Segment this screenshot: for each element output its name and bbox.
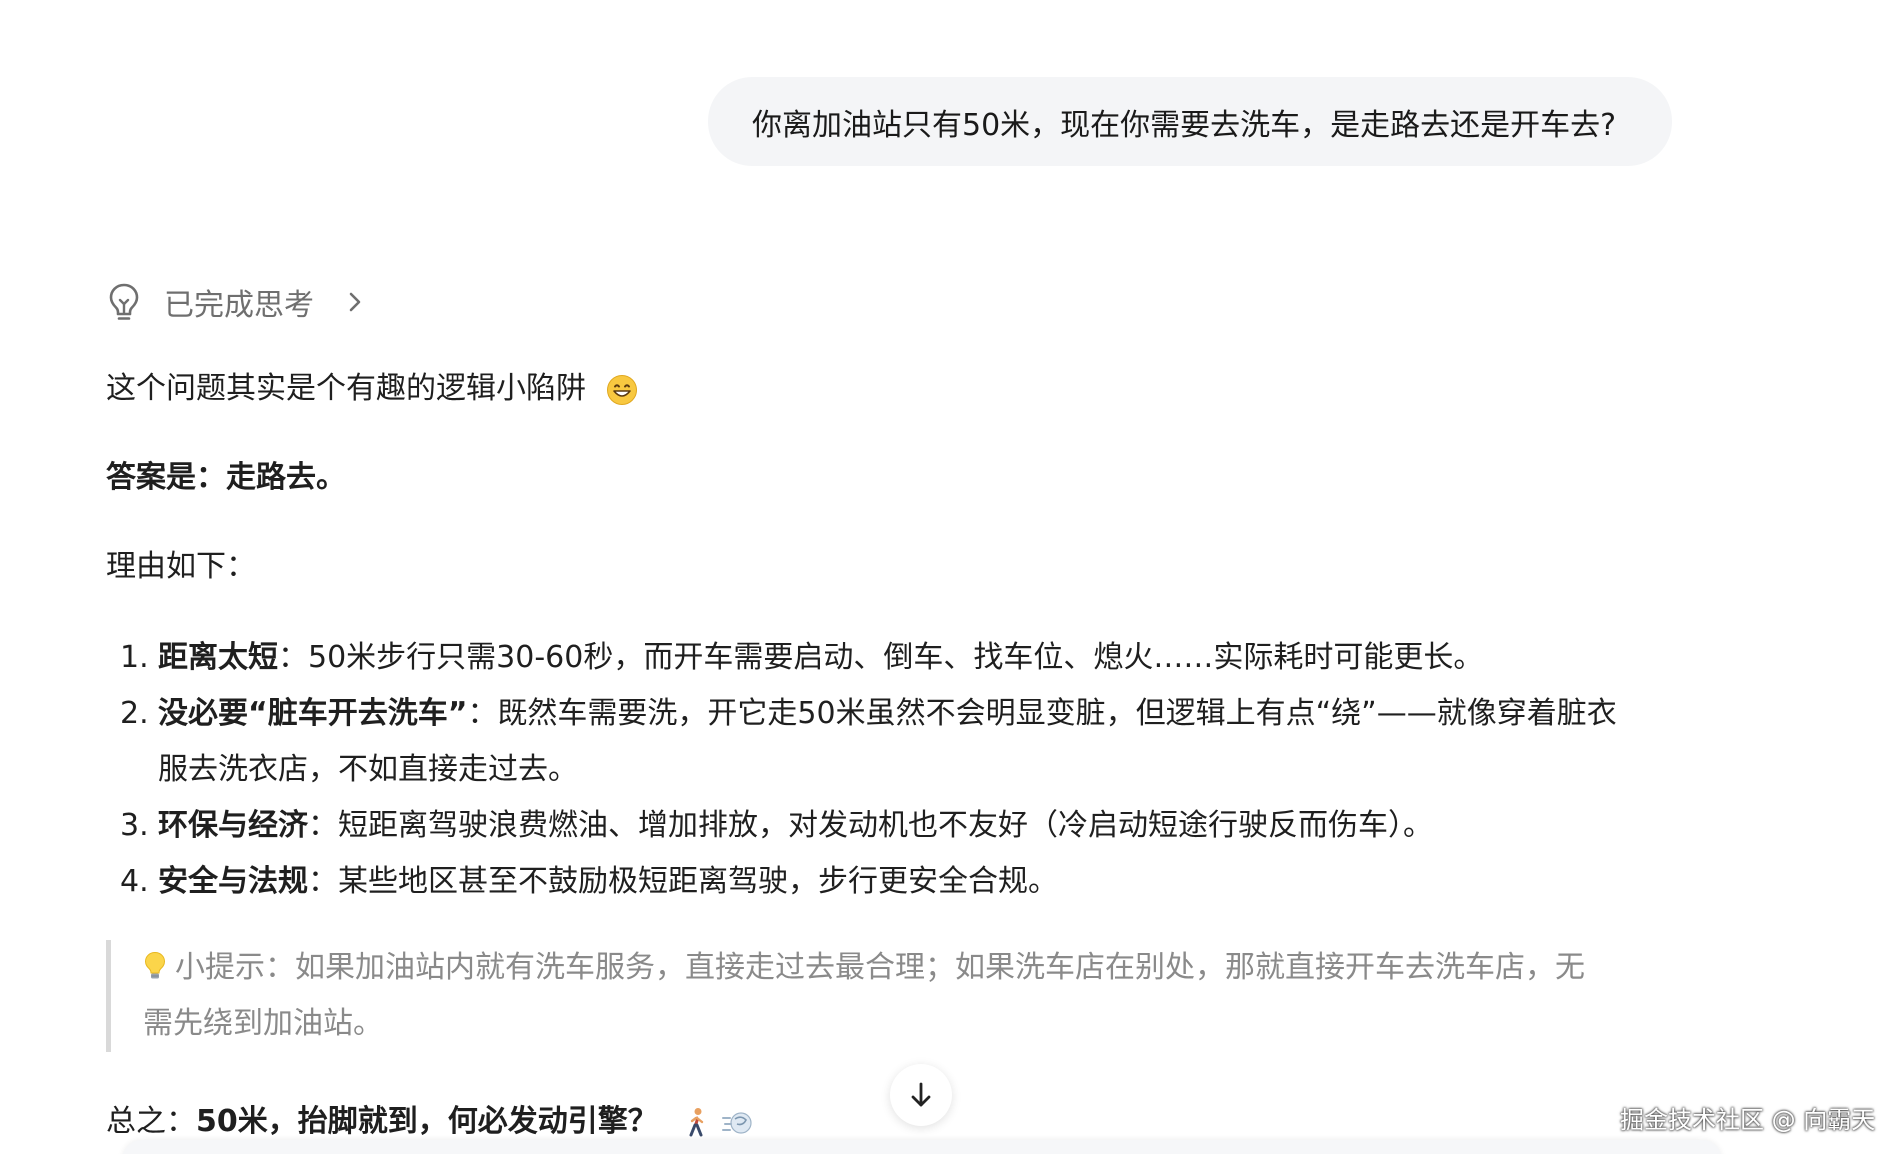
list-item-number: 2.	[120, 696, 149, 731]
user-message-text: 你离加油站只有50米，现在你需要去洗车，是走路去还是开车去?	[752, 107, 1617, 143]
answer-conclusion: 答案是：走路去。	[106, 460, 346, 495]
list-item-text: 既然车需要洗，开它走50米虽然不会明显变脏，但逻辑上有点“绕”——就像穿着脏衣	[497, 696, 1617, 731]
list-item: 1. 距离太短：50米步行只需30-60秒，而开车需要启动、倒车、找车位、熄火………	[106, 630, 1706, 686]
watermark: 掘金技术社区 @ 向霸天	[1620, 1106, 1876, 1134]
list-item-title: 距离太短	[158, 640, 278, 675]
grinning-face-emoji	[606, 374, 637, 405]
chat-page: 你离加油站只有50米，现在你需要去洗车，是走路去还是开车去? 已完成思考 这个问…	[0, 0, 1896, 1154]
answer-summary: 总之：50米，抬脚就到，何必发动引擎？	[106, 1100, 753, 1144]
list-item-title: 环保与经济	[158, 808, 308, 843]
list-item-separator: ：	[278, 640, 308, 675]
list-item: 3. 环保与经济：短距离驾驶浪费燃油、增加排放，对发动机也不友好（冷启动短途行驶反…	[106, 798, 1706, 854]
lightbulb-emoji	[144, 951, 166, 979]
answer-intro: 这个问题其实是个有趣的逻辑小陷阱	[106, 367, 638, 411]
thinking-toggle[interactable]: 已完成思考	[106, 280, 366, 324]
walking-person-emoji	[689, 1107, 704, 1136]
scroll-to-bottom-button[interactable]	[890, 1064, 952, 1126]
user-message-bubble: 你离加油站只有50米，现在你需要去洗车，是走路去还是开车去?	[708, 77, 1673, 166]
summary-bold-text: 50米，抬脚就到，何必发动引擎？	[196, 1104, 658, 1139]
chevron-right-icon	[349, 292, 361, 312]
list-item-title: 安全与法规	[158, 864, 308, 899]
tip-text-line2: 需先绕到加油站。	[143, 1006, 383, 1041]
list-item-number: 3.	[120, 808, 149, 843]
reasons-list: 1. 距离太短：50米步行只需30-60秒，而开车需要启动、倒车、找车位、熄火………	[106, 630, 1706, 910]
chat-input-bar[interactable]	[122, 1140, 1722, 1154]
lightbulb-icon	[109, 283, 139, 320]
list-item-separator: ：	[308, 864, 338, 899]
thinking-label: 已完成思考	[164, 288, 314, 323]
reasons-heading: 理由如下：	[106, 549, 256, 584]
dash-emoji	[721, 1111, 752, 1134]
arrow-down-icon	[911, 1082, 931, 1107]
summary-prefix: 总之：	[106, 1104, 196, 1139]
list-item-text: 50米步行只需30-60秒，而开车需要启动、倒车、找车位、熄火……实际耗时可能更…	[308, 640, 1484, 675]
list-item-separator: ：	[308, 808, 338, 843]
list-item-separator: ：	[467, 696, 498, 731]
list-item-text: 某些地区甚至不鼓励极短距离驾驶，步行更安全合规。	[338, 864, 1058, 899]
list-item-text-continued: 服去洗衣店，不如直接走过去。	[158, 752, 578, 787]
list-item-number: 4.	[120, 864, 149, 899]
list-item: 4. 安全与法规：某些地区甚至不鼓励极短距离驾驶，步行更安全合规。	[106, 854, 1706, 910]
list-item: 2. 没必要“脏车开去洗车”：既然车需要洗，开它走50米虽然不会明显变脏，但逻辑上…	[106, 686, 1706, 798]
tip-blockquote: 小提示：如果加油站内就有洗车服务，直接走过去最合理；如果洗车店在别处，那就直接开…	[106, 940, 1706, 1052]
list-item-text: 短距离驾驶浪费燃油、增加排放，对发动机也不友好（冷启动短途行驶反而伤车）。	[338, 808, 1433, 843]
tip-text-line1: 小提示：如果加油站内就有洗车服务，直接走过去最合理；如果洗车店在别处，那就直接开…	[175, 950, 1585, 985]
list-item-number: 1.	[120, 640, 149, 675]
list-item-title: 没必要“脏车开去洗车”	[158, 696, 468, 731]
answer-intro-text: 这个问题其实是个有趣的逻辑小陷阱	[106, 371, 586, 406]
